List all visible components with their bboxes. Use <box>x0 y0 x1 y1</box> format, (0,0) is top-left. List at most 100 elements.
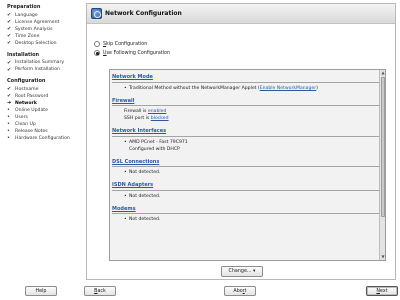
network-icon <box>91 8 102 19</box>
check-icon: ✔ <box>7 66 12 73</box>
network-mode-body: • Traditional Method without the Network… <box>112 86 380 93</box>
step-language: ✔ Language <box>7 12 86 19</box>
section-title-network-mode[interactable]: Network Mode <box>112 74 380 80</box>
section-divider <box>112 135 382 137</box>
group-title: Preparation <box>7 4 41 10</box>
dsl-status: Not detected. <box>129 170 161 175</box>
next-button-label: Next <box>376 289 387 294</box>
scroll-thumb[interactable] <box>380 77 385 217</box>
bullet-icon: • <box>7 135 10 141</box>
section-title-modems[interactable]: Modems <box>112 206 380 212</box>
back-button-label: Back <box>94 289 106 294</box>
check-icon: ✔ <box>7 93 12 99</box>
change-button-label: Change... <box>228 269 252 274</box>
ssh-port-blocked-link[interactable]: blocked <box>151 116 169 121</box>
step-label: License Agreement <box>15 19 60 25</box>
step-label: Clean Up <box>15 121 36 127</box>
group-title: Configuration <box>7 78 46 84</box>
steps-sidebar: Preparation ✔ Language ✔ License Agreement… <box>0 0 86 284</box>
label-text: t <box>244 288 247 294</box>
check-icon: ✔ <box>7 26 12 32</box>
step-label: Language <box>15 12 38 18</box>
step-label: Installation Summary <box>15 60 65 65</box>
step-installation-summary: ✔ Installation Summary <box>7 59 86 66</box>
bullet-icon: • <box>7 114 10 120</box>
skip-configuration-radio[interactable] <box>94 41 100 47</box>
abort-button[interactable]: Abort <box>224 286 256 296</box>
network-overview-panel[interactable]: Network Mode • Traditional Method withou… <box>109 69 386 261</box>
firewall-body: Firewall is enabled SSH port is blocked <box>112 109 380 123</box>
step-users: • Users <box>7 114 86 121</box>
network-mode-line: • Traditional Method without the Network… <box>124 86 380 93</box>
help-button-label: Help <box>35 288 47 294</box>
step-label: Perform Installation <box>15 67 60 72</box>
firewall-status-line: Firewall is enabled <box>124 109 380 116</box>
step-time-zone: ✔ Time Zone <box>7 33 86 40</box>
isdn-status: Not detected. <box>129 193 161 199</box>
isdn-body: • Not detected. <box>112 194 380 201</box>
skip-configuration-label: Skip Configuration <box>103 42 147 47</box>
firewall-enabled-link[interactable]: enabled <box>148 109 167 114</box>
step-desktop-selection: ✔ Desktop Selection <box>7 40 86 47</box>
label-text: ext <box>380 288 388 294</box>
section-title-isdn-adapters[interactable]: ISDN Adapters <box>112 182 380 188</box>
check-icon: ✔ <box>7 19 12 25</box>
enable-networkmanager-link[interactable]: Enable NetworkManager <box>260 86 316 91</box>
modems-status: Not detected. <box>129 217 161 222</box>
interface-config: Configured with DHCP <box>129 146 180 152</box>
scroll-down-icon[interactable]: ▼ <box>380 254 385 260</box>
overview-content: Network Mode • Traditional Method withou… <box>110 70 382 229</box>
help-button[interactable]: Help <box>25 286 57 296</box>
firewall-text: Firewall is <box>124 109 148 114</box>
step-label: Hardware Configuration <box>15 135 70 141</box>
step-label: Time Zone <box>15 33 40 39</box>
check-icon: ✔ <box>7 40 12 46</box>
section-title-dsl-connections[interactable]: DSL Connections <box>112 159 380 165</box>
vertical-scrollbar[interactable]: ▲ ▼ <box>379 70 385 260</box>
use-following-configuration-option[interactable]: Use Following Configuration <box>94 50 170 56</box>
label-text: kip Configuration <box>106 41 148 47</box>
change-button[interactable]: Change... ▾ <box>221 266 263 277</box>
step-label: Release Notes <box>15 128 48 134</box>
step-perform-installation: ✔ Perform Installation <box>7 66 86 73</box>
bullet-icon: • <box>7 121 10 127</box>
section-divider <box>112 189 382 191</box>
section-divider <box>112 213 382 214</box>
interfaces-body: • AMD PCnet - Fast 79C971 Configured wit… <box>112 140 380 154</box>
scroll-up-icon[interactable]: ▲ <box>380 70 385 76</box>
main-content: Network Configuration Skip Configuration… <box>86 3 396 280</box>
section-title-firewall[interactable]: Firewall <box>112 98 380 104</box>
step-hostname: ✔ Hostname <box>7 86 86 93</box>
step-label: Online Update <box>15 107 48 113</box>
section-divider <box>112 105 382 106</box>
step-license-agreement: ✔ License Agreement <box>7 19 86 26</box>
step-label: Root Password <box>15 93 49 99</box>
step-system-analysis: ✔ System Analysis <box>7 26 86 33</box>
dsl-status-line: • Not detected. <box>124 170 380 177</box>
check-icon: ✔ <box>7 59 12 66</box>
title-bar: Network Configuration <box>87 4 395 24</box>
back-button[interactable]: Back <box>84 286 116 296</box>
check-icon: ✔ <box>7 12 12 18</box>
step-label: Users <box>15 114 28 120</box>
abort-button-label: Abort <box>233 289 246 294</box>
step-group-installation: Installation ✔ Installation Summary ✔ Perf… <box>7 52 86 74</box>
section-title-network-interfaces[interactable]: Network Interfaces <box>112 128 380 134</box>
step-root-password: ✔ Root Password <box>7 93 86 100</box>
section-divider <box>112 166 382 167</box>
next-button[interactable]: Next <box>366 286 398 296</box>
step-label: Hostname <box>15 86 39 92</box>
use-configuration-label: Use Following Configuration <box>103 51 170 56</box>
page-title: Network Configuration <box>105 10 182 17</box>
use-configuration-radio[interactable] <box>94 50 100 56</box>
check-icon: ✔ <box>7 33 12 39</box>
interface-device: AMD PCnet - Fast 79C971 <box>129 139 188 145</box>
mode-text: Traditional Method without the NetworkMa… <box>129 85 260 91</box>
step-label: System Analysis <box>15 26 53 32</box>
group-title: Installation <box>7 51 40 58</box>
label-text: ack <box>97 288 106 294</box>
isdn-status-line: • Not detected. <box>124 194 380 201</box>
skip-configuration-option[interactable]: Skip Configuration <box>94 41 147 47</box>
label-text: Abo <box>233 288 243 294</box>
step-label: Network <box>15 100 37 106</box>
